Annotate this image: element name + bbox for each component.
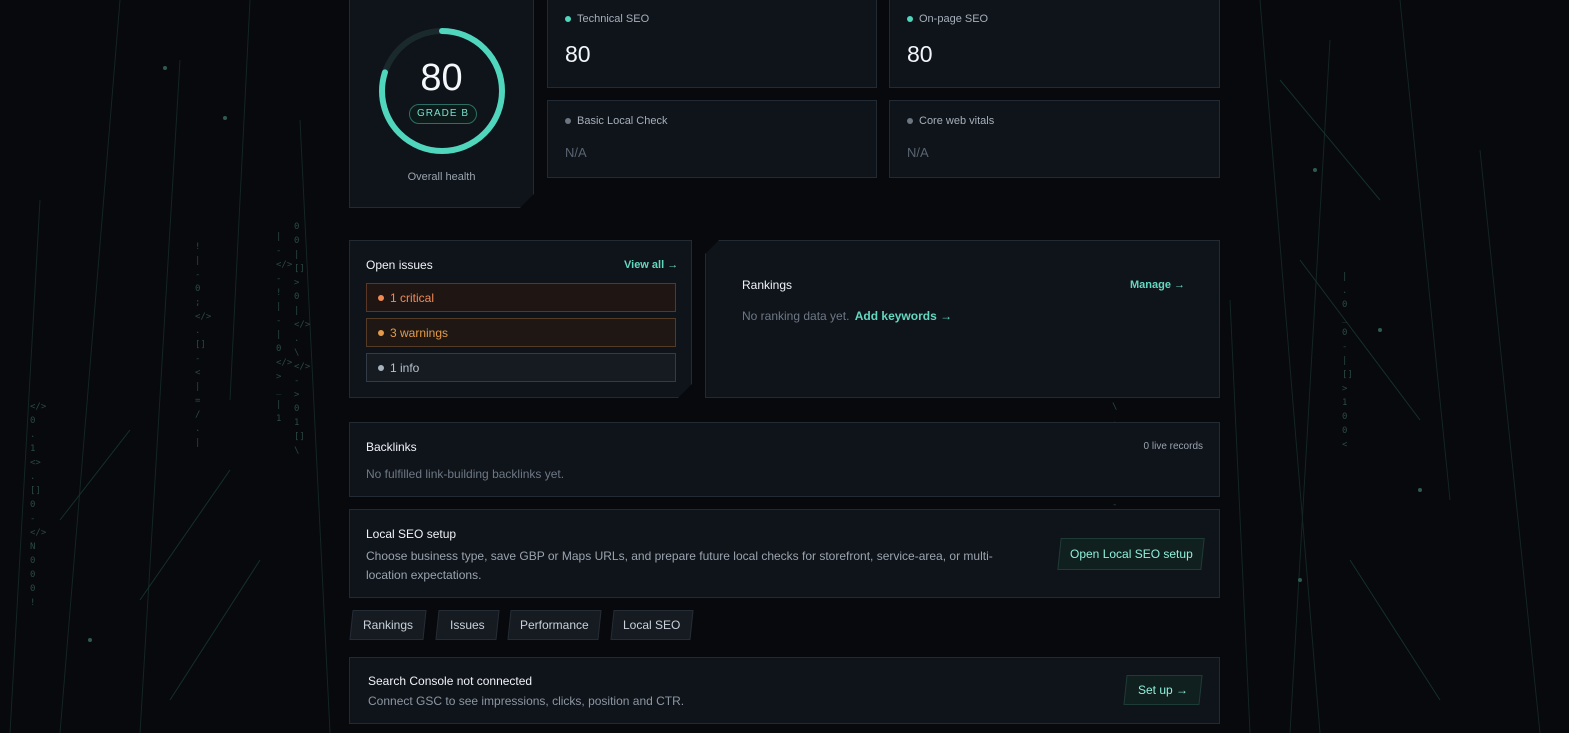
backlinks-title: Backlinks [366, 440, 417, 454]
metric-label: Technical SEO [577, 13, 650, 25]
tab-label: Issues [450, 618, 485, 632]
rankings-empty-text: No ranking data yet. [742, 309, 850, 323]
metric-value: 80 [565, 41, 591, 67]
backlinks-card: Backlinks 0 live records No fulfilled li… [349, 422, 1220, 497]
metric-label: Core web vitals [919, 115, 995, 127]
metric-label: Basic Local Check [577, 115, 668, 127]
setup-search-console-button[interactable]: Set up → [1123, 675, 1203, 705]
bg-glyph-col: 0 0 | [] > 0 | </> . \ </> - > 0 1 [] \ [294, 222, 311, 456]
critical-dot-icon [378, 295, 384, 301]
bg-glyph-col: | - </> - ! | - | 0 </> > _ | 1 [276, 232, 293, 424]
backlinks-count: 0 live records [1143, 441, 1203, 452]
tab-performance[interactable]: Performance [507, 610, 602, 640]
tab-rankings[interactable]: Rankings [349, 610, 427, 640]
search-console-card: Search Console not connected Connect GSC… [349, 657, 1220, 724]
view-all-link[interactable]: View all → [624, 259, 678, 271]
rankings-title: Rankings [742, 278, 793, 292]
issue-row-info[interactable]: 1 info [366, 353, 676, 382]
setup-button-label: Set up → [1137, 683, 1189, 697]
search-console-description: Connect GSC to see impressions, clicks, … [368, 694, 685, 708]
grade-badge: GRADE B [409, 104, 477, 124]
tab-issues[interactable]: Issues [435, 610, 500, 640]
metric-value: N/A [565, 145, 587, 160]
warning-dot-icon [378, 330, 384, 336]
tab-local-seo[interactable]: Local SEO [610, 610, 694, 640]
metric-card-core-web-vitals[interactable]: Core web vitals N/A [889, 100, 1220, 178]
rankings-card: Rankings Manage → No ranking data yet. A… [705, 240, 1220, 398]
bg-glyph-col: ! | - 0 ; </> . [] - < | = / . | [195, 242, 212, 448]
tab-label: Rankings [362, 618, 414, 632]
open-issues-card: Open issues View all → 1 critical 3 warn… [349, 240, 692, 398]
status-dot-icon [565, 118, 571, 124]
health-score: 80 [420, 57, 463, 99]
local-seo-title: Local SEO setup [366, 527, 457, 541]
manage-rankings-link[interactable]: Manage → [1130, 279, 1185, 291]
status-dot-icon [907, 118, 913, 124]
health-caption: Overall health [407, 171, 476, 183]
status-dot-icon [565, 16, 571, 22]
tab-label: Local SEO [623, 618, 681, 632]
open-local-seo-button[interactable]: Open Local SEO setup [1057, 538, 1205, 570]
metric-value: N/A [907, 145, 929, 160]
add-keywords-link[interactable]: Add keywords → [855, 309, 952, 323]
metric-card-on-page-seo[interactable]: On-page SEO 80 [889, 0, 1220, 88]
issue-row-warning[interactable]: 3 warnings [366, 318, 676, 347]
search-console-title: Search Console not connected [368, 674, 533, 688]
backlinks-empty-text: No fulfilled link-building backlinks yet… [366, 467, 565, 481]
bg-glyph-col: | . 0 _ 0 - | [] > 1 0 0 < [1342, 272, 1353, 450]
tab-label: Performance [520, 618, 589, 632]
issue-row-critical[interactable]: 1 critical [366, 283, 676, 312]
issue-label: 3 warnings [390, 325, 449, 340]
metric-value: 80 [907, 41, 933, 67]
info-dot-icon [378, 365, 384, 371]
open-local-seo-button-label: Open Local SEO setup [1069, 547, 1193, 561]
metric-card-technical-seo[interactable]: Technical SEO 80 [547, 0, 877, 88]
overall-health-card: 80 GRADE B Overall health [349, 0, 534, 208]
bg-glyph-col: </> 0 . 1 <> . [] 0 - </> N 0 0 0 ! [30, 402, 47, 608]
issue-label: 1 critical [390, 290, 435, 305]
metric-label: On-page SEO [919, 13, 989, 25]
metric-card-basic-local-check[interactable]: Basic Local Check N/A [547, 100, 877, 178]
local-seo-card: Local SEO setup Choose business type, sa… [349, 509, 1220, 598]
local-seo-description: Choose business type, save GBP or Maps U… [366, 549, 993, 582]
open-issues-title: Open issues [366, 258, 433, 272]
issue-label: 1 info [390, 360, 420, 375]
status-dot-icon [907, 16, 913, 22]
